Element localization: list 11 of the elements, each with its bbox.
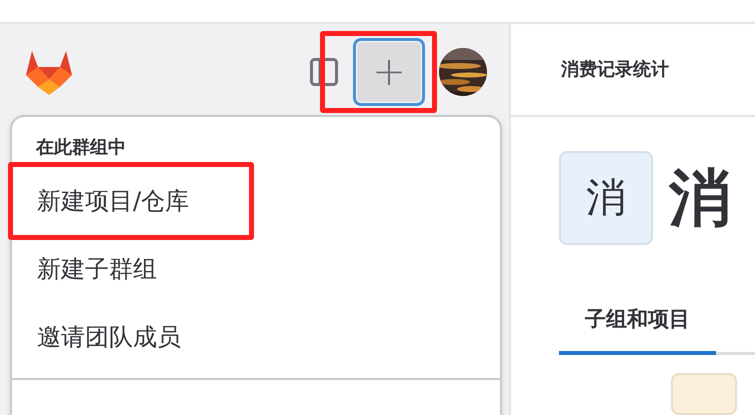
menu-item[interactable]: 新建项目/仓库 bbox=[17, 167, 250, 235]
menu-item[interactable]: 邀请团队成员 bbox=[17, 303, 241, 371]
tab[interactable]: 子组和项目 bbox=[559, 288, 716, 354]
sidebar-toggle-icon[interactable] bbox=[310, 58, 338, 86]
menu-heading: 在此群组中 bbox=[34, 136, 127, 160]
group-title: 消 bbox=[669, 160, 731, 236]
new-button[interactable]: + bbox=[353, 38, 425, 106]
project-avatar bbox=[671, 372, 737, 415]
breadcrumb-link[interactable]: 消费记录统计 bbox=[561, 57, 669, 82]
group-avatar: 消 bbox=[559, 150, 653, 244]
menu-item[interactable]: 新建子群组 bbox=[17, 235, 217, 303]
